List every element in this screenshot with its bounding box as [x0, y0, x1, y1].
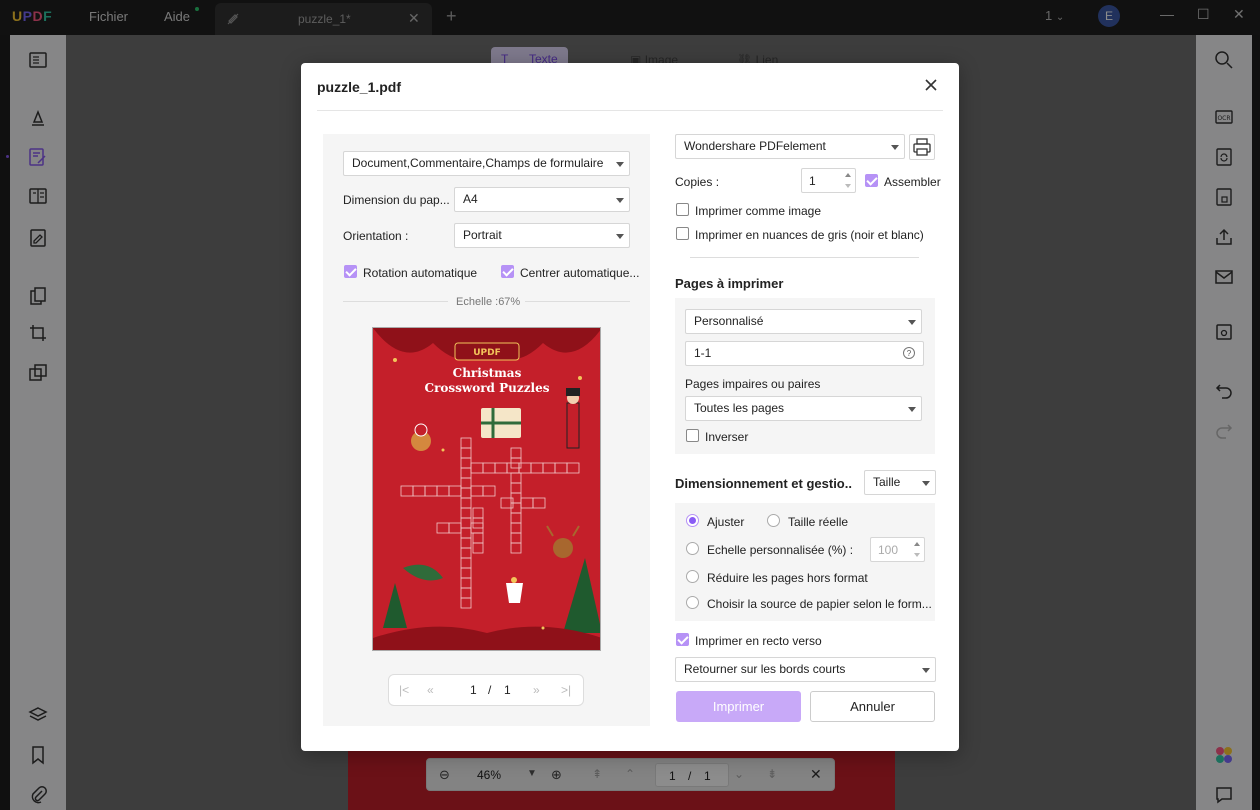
prev-page-icon[interactable]: « [427, 683, 434, 697]
fit-label: Ajuster [707, 515, 745, 529]
duplex-mode-select[interactable]: Retourner sur les bords courts [675, 657, 936, 682]
duplex-checkbox[interactable] [676, 633, 689, 646]
close-icon[interactable] [923, 77, 939, 93]
grayscale-label: Imprimer en nuances de gris (noir et bla… [695, 228, 924, 242]
paper-source-label: Choisir la source de papier selon le for… [707, 597, 932, 611]
orientation-select[interactable]: Portrait [454, 223, 630, 248]
auto-center-checkbox[interactable] [501, 265, 514, 278]
preview-title-2: Crossword Puzzles [425, 381, 550, 395]
fit-radio[interactable] [686, 514, 699, 527]
print-as-image-checkbox[interactable] [676, 203, 689, 216]
pages-section-title: Pages à imprimer [675, 276, 784, 291]
duplex-label: Imprimer en recto verso [695, 634, 822, 648]
divider [525, 301, 630, 302]
reverse-checkbox[interactable] [686, 429, 699, 442]
decrement-icon[interactable] [845, 184, 851, 188]
printer-properties-button[interactable] [909, 134, 935, 160]
reverse-label: Inverser [705, 430, 749, 444]
shrink-label: Réduire les pages hors format [707, 571, 868, 585]
paper-size-select[interactable]: A4 [454, 187, 630, 212]
preview-pager: |< « 1 / 1 » >| [388, 674, 584, 706]
paper-size-label: Dimension du pap... [343, 193, 450, 207]
preview-title-1: Christmas [453, 366, 522, 380]
increment-icon[interactable] [845, 173, 851, 177]
content-select[interactable]: Document,Commentaire,Champs de formulair… [343, 151, 630, 176]
scale-label: Echelle :67% [456, 296, 521, 308]
custom-scale-label: Echelle personnalisée (%) : [707, 543, 854, 557]
shrink-radio[interactable] [686, 570, 699, 583]
print-button[interactable]: Imprimer [676, 691, 801, 722]
actual-size-label: Taille réelle [788, 515, 849, 529]
divider [690, 257, 919, 258]
decrement-icon[interactable] [914, 553, 920, 557]
actual-size-radio[interactable] [767, 514, 780, 527]
sizing-mode-select[interactable]: Taille [864, 470, 936, 495]
page-range-input[interactable]: 1-1 [685, 341, 924, 366]
help-icon[interactable]: ? [903, 347, 915, 359]
grayscale-checkbox[interactable] [676, 227, 689, 240]
pages-mode-select[interactable]: Personnalisé [685, 309, 922, 334]
auto-center-label: Centrer automatique... [520, 266, 640, 280]
cancel-button[interactable]: Annuler [810, 691, 935, 722]
paper-source-radio[interactable] [686, 596, 699, 609]
last-page-icon[interactable]: >| [561, 683, 571, 697]
dialog-title: puzzle_1.pdf [317, 79, 402, 95]
first-page-icon[interactable]: |< [399, 683, 409, 697]
collate-checkbox[interactable] [865, 174, 878, 187]
copies-stepper[interactable]: 1 [801, 168, 856, 193]
divider [317, 110, 943, 111]
print-preview: UPDF Christmas Crossword Puzzles [372, 327, 601, 651]
orientation-label: Orientation : [343, 229, 409, 243]
auto-rotate-checkbox[interactable] [344, 265, 357, 278]
preview-badge: UPDF [473, 348, 501, 358]
custom-scale-stepper[interactable]: 100 [870, 537, 925, 562]
print-as-image-label: Imprimer comme image [695, 204, 822, 218]
preview-page-input[interactable]: 1 / 1 [452, 680, 520, 702]
collate-label: Assembler [884, 175, 941, 189]
divider [343, 301, 448, 302]
next-page-icon[interactable]: » [533, 683, 540, 697]
printer-select[interactable]: Wondershare PDFelement [675, 134, 905, 159]
auto-rotate-label: Rotation automatique [363, 266, 478, 280]
odd-even-label: Pages impaires ou paires [685, 377, 821, 391]
odd-even-select[interactable]: Toutes les pages [685, 396, 922, 421]
increment-icon[interactable] [914, 542, 920, 546]
custom-scale-radio[interactable] [686, 542, 699, 555]
sizing-section-title: Dimensionnement et gestio.. [675, 476, 852, 491]
printer-icon [913, 138, 931, 156]
copies-label: Copies : [675, 175, 720, 189]
